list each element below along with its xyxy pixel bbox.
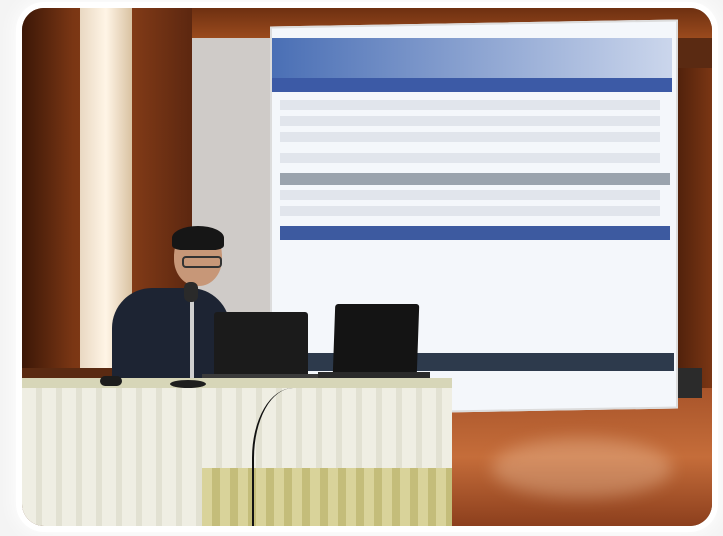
microphone xyxy=(184,282,198,302)
photo-frame xyxy=(22,8,712,526)
microphone-base xyxy=(170,380,206,388)
laptop-left xyxy=(214,312,308,378)
handheld-microphone xyxy=(100,376,122,386)
projected-table-header xyxy=(280,173,670,185)
projected-toolbar xyxy=(272,38,672,78)
microphone-stand xyxy=(190,298,194,388)
projected-form-row xyxy=(280,100,660,110)
laptop-right xyxy=(332,304,420,376)
microphone-cable xyxy=(252,388,334,526)
wood-panel-right xyxy=(672,68,712,398)
presenter-glasses xyxy=(182,256,222,268)
floor-reflection xyxy=(492,438,672,498)
presentation-photo xyxy=(0,0,723,536)
projected-form-row xyxy=(280,132,660,142)
projected-table-row xyxy=(280,206,660,216)
projected-form-row xyxy=(280,116,660,126)
projected-header-bar xyxy=(272,78,672,92)
projected-form-row xyxy=(280,153,660,163)
projected-table-row xyxy=(280,190,660,200)
projected-selected-row xyxy=(280,226,670,240)
presenter-hair xyxy=(172,226,224,250)
